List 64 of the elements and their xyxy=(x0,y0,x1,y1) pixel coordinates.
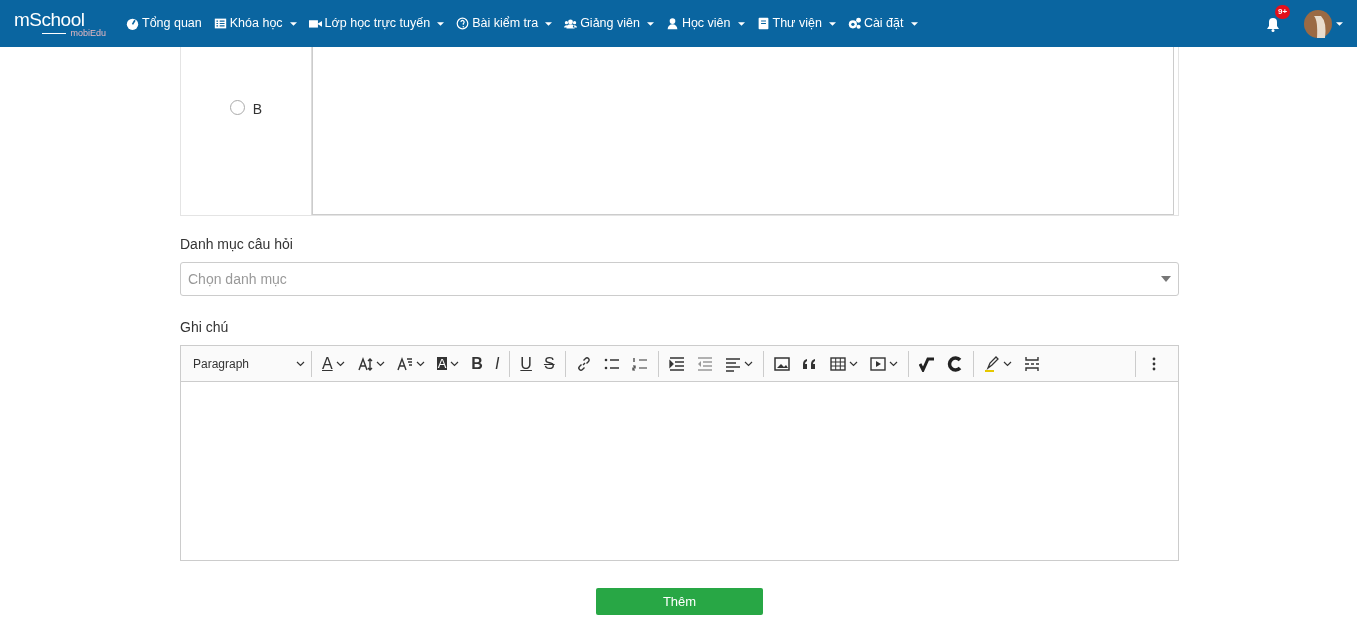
notification-count: 9+ xyxy=(1275,5,1291,19)
nav-link[interactable]: Tổng quan xyxy=(120,14,208,33)
caret-icon xyxy=(828,21,836,26)
align-icon xyxy=(724,355,741,372)
chevron-icon xyxy=(415,360,425,367)
nav-link[interactable]: Lớp học trực tuyến xyxy=(302,14,451,33)
user-icon xyxy=(665,17,679,30)
caret-icon xyxy=(1336,21,1343,26)
chevron-icon xyxy=(743,360,753,367)
bg-color-button[interactable]: A xyxy=(430,350,466,377)
nav-link[interactable]: Giảng viên xyxy=(558,14,660,33)
numbers-icon xyxy=(631,355,648,372)
math-icon xyxy=(918,355,935,372)
users-icon xyxy=(564,17,578,30)
field-label: Danh mục câu hỏi xyxy=(180,235,294,254)
caret-icon xyxy=(646,21,654,26)
nav-link[interactable]: Thư viện xyxy=(750,14,842,33)
heading-select[interactable]: Paragraph xyxy=(187,350,311,377)
chevron-icon xyxy=(848,360,858,367)
font-color-button[interactable]: A xyxy=(316,350,351,377)
bold-button[interactable]: B xyxy=(465,350,489,377)
link-icon xyxy=(575,355,592,372)
logo-text: mSchool xyxy=(14,9,85,29)
question-icon xyxy=(456,17,470,30)
table-icon xyxy=(829,355,846,372)
nav-link[interactable]: Cài đặt xyxy=(841,14,924,33)
list-icon xyxy=(213,17,227,30)
chevron-icon xyxy=(450,360,460,367)
book-icon xyxy=(756,17,770,30)
nav-link[interactable]: Học viên xyxy=(659,14,751,33)
field-label: Ghi chú xyxy=(180,318,230,337)
gauge-icon xyxy=(126,17,139,30)
video-icon xyxy=(308,17,322,30)
nav-link[interactable]: Bài kiểm tra xyxy=(450,14,559,33)
add-button[interactable]: Thêm xyxy=(596,588,763,615)
nav-link[interactable]: Khóa học xyxy=(207,14,303,33)
chem-icon xyxy=(946,355,963,372)
indent-icon xyxy=(668,355,685,372)
caret-icon xyxy=(437,21,445,26)
dropdown-arrow-icon xyxy=(1161,276,1171,282)
chevron-icon xyxy=(1002,360,1012,367)
italic-button[interactable]: I xyxy=(488,350,506,377)
caret-icon xyxy=(545,21,553,26)
highlight-icon xyxy=(983,355,1000,372)
chevron-icon xyxy=(335,360,345,367)
chevron-icon xyxy=(375,360,385,367)
strike-button[interactable]: S xyxy=(537,350,561,377)
page-break-icon xyxy=(1023,355,1040,372)
caret-icon xyxy=(910,21,918,26)
media-icon xyxy=(869,355,886,372)
avatar[interactable] xyxy=(1304,9,1332,38)
image-icon xyxy=(773,355,790,372)
underline-button[interactable]: U xyxy=(514,350,538,377)
outdent-icon xyxy=(696,355,713,372)
logo-subtitle: mobiEdu xyxy=(14,28,106,38)
bell-icon[interactable] xyxy=(1266,16,1280,32)
option-label: B xyxy=(252,100,263,119)
font-size-icon xyxy=(356,355,373,372)
chevron-icon xyxy=(888,360,898,367)
gears-icon xyxy=(847,17,861,30)
caret-icon xyxy=(737,21,745,26)
font-family-icon xyxy=(396,355,413,372)
caret-icon xyxy=(289,21,297,26)
chevron-icon xyxy=(296,360,305,367)
